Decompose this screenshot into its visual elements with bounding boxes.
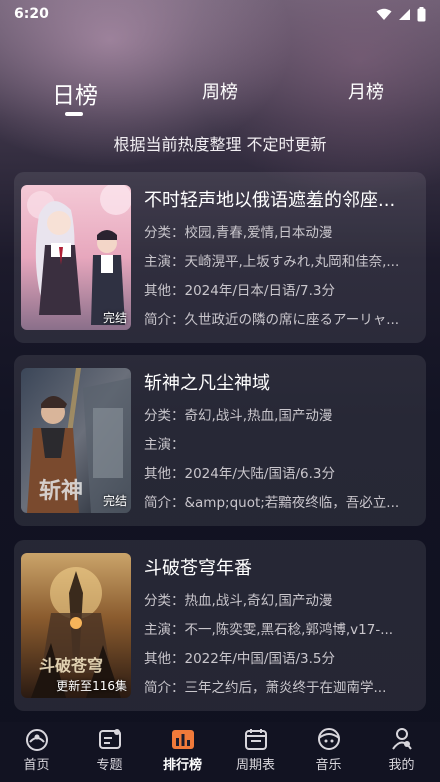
signal-icon (399, 8, 410, 20)
topic-icon (98, 729, 121, 749)
item-intro: 简介：&amp;quot;若黯夜终临，吾必立... (144, 495, 400, 511)
status-badge: 更新至116集 (56, 679, 127, 693)
nav-label: 我的 (388, 758, 415, 773)
tab-monthly[interactable]: 月榜 (348, 78, 384, 104)
svg-text:斩神: 斩神 (39, 478, 83, 504)
item-intro: 简介：三年之约后，萧炎终于在迦南学... (144, 680, 387, 696)
status-badge: 完结 (102, 311, 127, 325)
nav-ranking[interactable]: 排行榜 (146, 726, 219, 773)
nav-home[interactable]: 首页 (0, 726, 73, 773)
poster-image: 斗破苍穹 更新至116集 (21, 553, 131, 698)
tab-weekly[interactable]: 周榜 (202, 78, 238, 104)
item-category: 分类：热血,战斗,奇幻,国产动漫 (144, 593, 333, 609)
nav-music[interactable]: 音乐 (292, 726, 365, 773)
item-title: 斗破苍穹年番 (144, 558, 252, 579)
svg-text:斗破苍穹: 斗破苍穹 (39, 656, 103, 675)
nav-label: 排行榜 (162, 758, 202, 773)
item-title: 斩神之凡尘神域 (144, 373, 270, 394)
battery-icon (417, 6, 426, 21)
calendar-icon (244, 729, 267, 750)
profile-icon (391, 728, 412, 750)
nav-label: 专题 (96, 758, 123, 773)
tab-daily[interactable]: 日榜 (52, 76, 98, 110)
nav-calendar[interactable]: 周期表 (219, 726, 292, 773)
ranking-icon (171, 730, 194, 749)
poster-image: 斩神 完结 (21, 368, 131, 513)
wifi-icon (376, 8, 392, 20)
home-icon (25, 729, 48, 751)
nav-topic[interactable]: 专题 (73, 726, 146, 773)
nav-label: 音乐 (315, 758, 342, 773)
status-badge: 完结 (102, 494, 127, 508)
item-category: 分类：奇幻,战斗,热血,国产动漫 (144, 408, 333, 424)
nav-label: 首页 (23, 758, 50, 773)
item-other: 其他：2024年/日本/日语/7.3分 (144, 283, 335, 299)
music-icon (317, 728, 340, 750)
poster-image: 完结 (21, 185, 131, 330)
tab-indicator (65, 112, 83, 116)
status-time: 6:20 (14, 6, 49, 22)
item-intro: 简介：久世政近の隣の席に座るアーリャ... (144, 312, 400, 328)
item-cast: 主演：不一,陈奕雯,黑石稔,郭鸿博,v17-... (144, 622, 394, 638)
item-title: 不时轻声地以俄语遮羞的邻座... (144, 190, 396, 211)
ranking-item[interactable]: 斗破苍穹 更新至116集 斗破苍穹年番 分类：热血,战斗,奇幻,国产动漫 主演：… (14, 540, 426, 711)
status-icons (376, 6, 426, 22)
item-cast: 主演：天崎滉平,上坂すみれ,丸岡和佳奈,... (144, 254, 400, 270)
nav-label: 周期表 (235, 758, 275, 773)
nav-profile[interactable]: 我的 (365, 726, 438, 773)
item-cast: 主演： (144, 437, 185, 453)
bottom-nav: 首页 专题 排行榜 周期表 音乐 我的 (0, 722, 440, 782)
ranking-subtitle: 根据当前热度整理 不定时更新 (113, 135, 327, 154)
item-other: 其他：2022年/中国/国语/3.5分 (144, 651, 335, 667)
item-category: 分类：校园,青春,爱情,日本动漫 (144, 225, 333, 241)
ranking-item[interactable]: 斩神 完结 斩神之凡尘神域 分类：奇幻,战斗,热血,国产动漫 主演： 其他：20… (14, 355, 426, 526)
item-other: 其他：2024年/大陆/国语/6.3分 (144, 466, 335, 482)
status-bar: 6:20 (0, 0, 440, 28)
ranking-item[interactable]: 完结 不时轻声地以俄语遮羞的邻座... 分类：校园,青春,爱情,日本动漫 主演：… (14, 172, 426, 343)
